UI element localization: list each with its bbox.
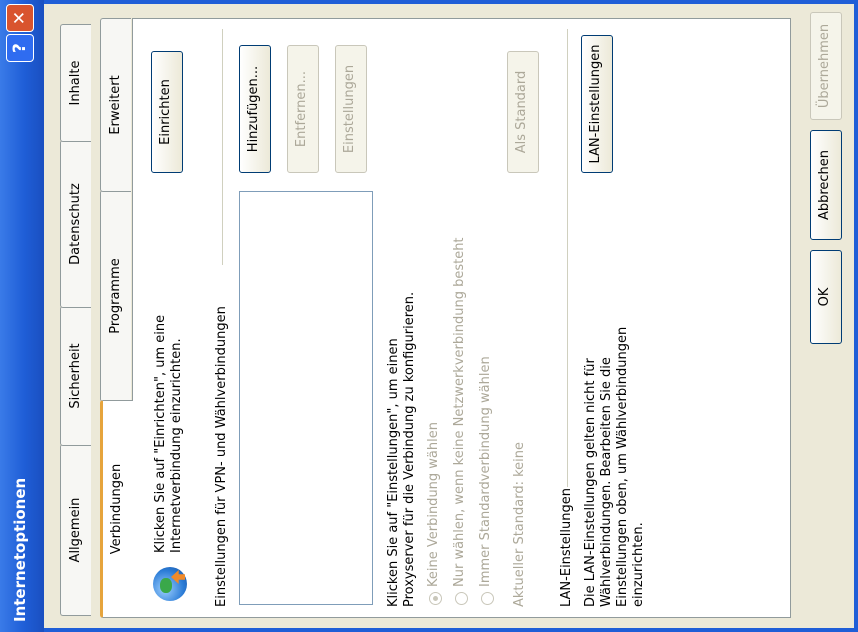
radio-no-dial-label: Keine Verbindung wählen xyxy=(426,422,441,587)
radio-dial-if-no-network[interactable] xyxy=(455,592,468,605)
help-icon: ? xyxy=(10,43,30,53)
window-frame-left xyxy=(44,628,858,632)
settings-button[interactable]: Einstellungen xyxy=(335,45,367,173)
tab-erweitert[interactable]: Erweitert xyxy=(100,18,131,192)
screen: Internetoptionen ? ✕ Allgemein Sicherhei… xyxy=(0,0,858,632)
proxy-text: Klicken Sie auf "Einstellungen", um eine… xyxy=(386,291,417,607)
lan-settings-button[interactable]: LAN-Einstellungen xyxy=(581,35,613,173)
cancel-button[interactable]: Abbrechen xyxy=(810,130,842,240)
globe-icon xyxy=(153,567,187,601)
as-default-button[interactable]: Als Standard xyxy=(507,51,539,173)
setup-button[interactable]: Einrichten xyxy=(151,51,183,173)
ok-button[interactable]: OK xyxy=(810,250,842,344)
radio-always-dial-label: Immer Standardverbindung wählen xyxy=(478,356,493,587)
tab-allgemein[interactable]: Allgemein xyxy=(60,444,91,616)
internet-options-dialog: Internetoptionen ? ✕ Allgemein Sicherhei… xyxy=(0,0,858,632)
close-button[interactable]: ✕ xyxy=(6,4,34,32)
remove-button[interactable]: Entfernen... xyxy=(287,45,319,173)
vpn-group-separator xyxy=(222,29,223,265)
help-button[interactable]: ? xyxy=(6,34,34,62)
radio-no-dial[interactable] xyxy=(429,592,442,605)
connections-panel: Klicken Sie auf "Einrichten", um eine In… xyxy=(132,18,791,618)
vpn-group-label: Einstellungen für VPN- und Wählverbindun… xyxy=(214,306,229,607)
tab-datenschutz[interactable]: Datenschutz xyxy=(60,140,91,308)
title-bar[interactable]: Internetoptionen ? ✕ xyxy=(0,0,44,632)
tab-verbindungen[interactable]: Verbindungen xyxy=(100,400,133,618)
radio-dial-if-no-network-label: Nur wählen, wenn keine Netzwerkverbindun… xyxy=(452,237,467,587)
window-title: Internetoptionen xyxy=(11,477,29,622)
tab-sicherheit[interactable]: Sicherheit xyxy=(60,306,91,446)
window-frame-right xyxy=(44,0,858,4)
radio-always-dial[interactable] xyxy=(481,592,494,605)
connections-listbox[interactable] xyxy=(239,191,373,605)
close-icon: ✕ xyxy=(10,10,30,26)
apply-button[interactable]: Übernehmen xyxy=(810,12,842,120)
lan-text: Die LAN-Einstellungen gelten nicht für W… xyxy=(583,326,646,607)
lan-group-label: LAN-Einstellungen xyxy=(559,488,574,607)
setup-text: Klicken Sie auf "Einrichten", um eine In… xyxy=(153,314,184,553)
current-default-label: Aktueller Standard: keine xyxy=(512,441,527,607)
window-frame-bottom xyxy=(854,0,858,632)
tab-programme[interactable]: Programme xyxy=(100,190,131,402)
add-button[interactable]: Hinzufügen... xyxy=(239,45,271,173)
lan-group-separator xyxy=(567,29,568,487)
tab-inhalte[interactable]: Inhalte xyxy=(60,24,91,142)
